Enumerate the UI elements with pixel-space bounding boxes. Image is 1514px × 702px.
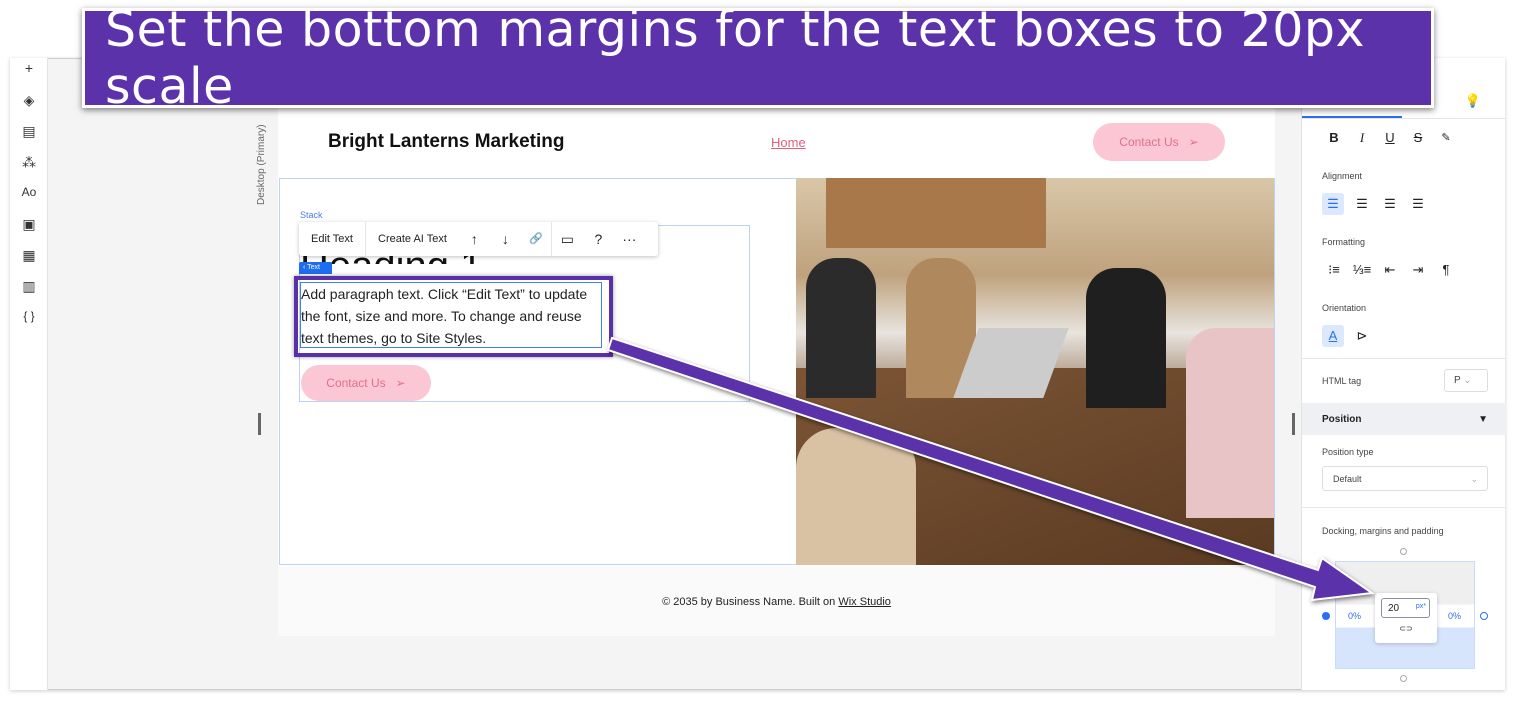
banner-text: Set the bottom margins for the text boxe…: [105, 1, 1366, 115]
instruction-banner: Set the bottom margins for the text boxe…: [82, 1, 1434, 115]
arrow-shape: [606, 336, 1375, 602]
